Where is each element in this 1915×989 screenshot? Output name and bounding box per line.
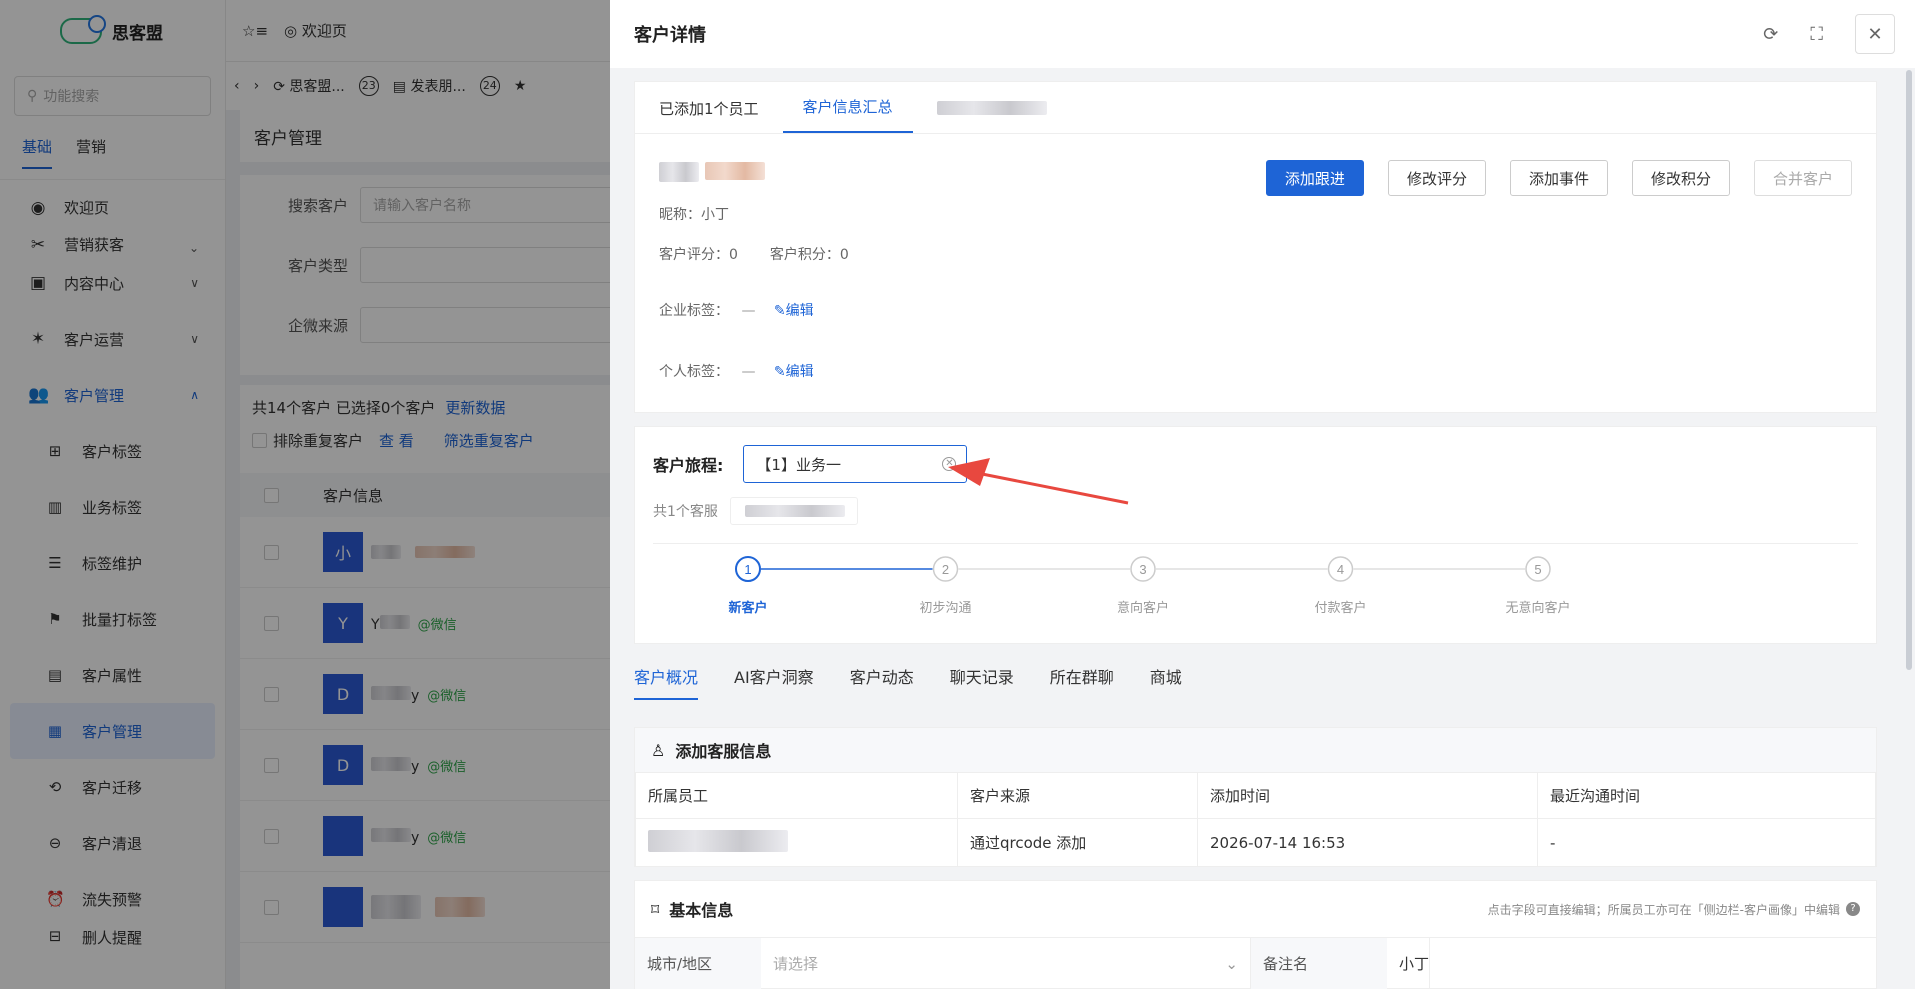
form-row: 城市/地区 请选择 ⌄ 备注名 小丁 bbox=[635, 937, 1876, 989]
summary-tabs: 已添加1个员工 客户信息汇总 bbox=[635, 82, 1876, 134]
source-cell: 通过qrcode 添加 bbox=[957, 818, 1198, 867]
personal-tag-row: 个人标签： — ✎编辑 bbox=[659, 361, 814, 381]
step-number: 4 bbox=[1337, 562, 1344, 577]
redacted-text bbox=[744, 505, 845, 517]
customer-score: 客户评分：0 bbox=[659, 247, 738, 263]
table-header-row: 所属员工 客户来源 添加时间 最近沟通时间 bbox=[635, 772, 1876, 819]
corp-tag-value: — bbox=[741, 303, 756, 319]
add-followup-button[interactable]: 添加跟进 bbox=[1265, 160, 1364, 196]
tab-info-summary[interactable]: 客户信息汇总 bbox=[782, 96, 913, 133]
city-select[interactable]: 请选择 ⌄ bbox=[761, 938, 1251, 989]
last-contact-cell: - bbox=[1537, 818, 1876, 867]
step-number: 2 bbox=[942, 562, 949, 577]
step-number: 5 bbox=[1534, 562, 1541, 577]
journey-select[interactable]: 【1】业务一 ✕ bbox=[743, 445, 968, 483]
section-header: ⌑ 基本信息 点击字段可直接编辑；所属员工亦可在「侧边栏-客户画像」中编辑? bbox=[635, 881, 1876, 937]
column-header: 所属员工 bbox=[635, 772, 958, 819]
section-title: 基本信息 bbox=[669, 901, 734, 920]
service-row: 共1个客服 bbox=[653, 497, 858, 525]
tab-ai-insight[interactable]: AI客户洞察 bbox=[734, 664, 814, 700]
edit-corp-tag-link[interactable]: ✎编辑 bbox=[774, 303, 814, 319]
customer-name-block bbox=[659, 162, 765, 182]
tab-added-staff[interactable]: 已添加1个员工 bbox=[659, 98, 759, 133]
basic-info-card: ⌑ 基本信息 点击字段可直接编辑；所属员工亦可在「侧边栏-客户画像」中编辑? 城… bbox=[634, 880, 1877, 989]
merge-customer-button[interactable]: 合并客户 bbox=[1753, 160, 1852, 196]
section-header: ♙ 添加客服信息 bbox=[635, 728, 1876, 772]
step-number: 3 bbox=[1139, 562, 1146, 577]
service-info-card: ♙ 添加客服信息 所属员工 客户来源 添加时间 最近沟通时间 通过qrcode … bbox=[634, 727, 1877, 867]
close-icon: ✕ bbox=[1867, 23, 1883, 45]
score-row: 客户评分：0 客户积分：0 bbox=[659, 244, 849, 264]
service-chip bbox=[729, 497, 858, 525]
step-number: 1 bbox=[744, 562, 751, 577]
scrollbar[interactable] bbox=[1906, 70, 1912, 670]
edit-points-button[interactable]: 修改积分 bbox=[1631, 160, 1730, 196]
step-label: 意向客户 bbox=[1116, 601, 1169, 616]
step-label: 无意向客户 bbox=[1505, 601, 1571, 616]
user-icon: ♙ bbox=[651, 740, 666, 760]
table-row: 通过qrcode 添加 2026-07-14 16:53 - bbox=[635, 818, 1876, 867]
edit-personal-tag-link[interactable]: ✎编辑 bbox=[774, 364, 814, 380]
corp-tag-row: 企业标签： — ✎编辑 bbox=[659, 300, 814, 320]
action-buttons: 添加跟进 修改评分 添加事件 修改积分 合并客户 bbox=[1265, 160, 1852, 196]
drawer-tools: ⟳ ⛶ ✕ bbox=[1763, 14, 1895, 54]
clear-icon[interactable]: ✕ bbox=[942, 457, 957, 471]
step-label: 付款客户 bbox=[1314, 601, 1367, 616]
pencil-icon: ✎ bbox=[773, 364, 786, 380]
tab-redacted[interactable] bbox=[936, 101, 1047, 133]
customer-detail-drawer: 客户详情 ⟳ ⛶ ✕ 已添加1个员工 客户信息汇总 添加跟进 修改评分 添加事件… bbox=[610, 0, 1915, 989]
city-label: 城市/地区 bbox=[635, 938, 761, 989]
column-header: 客户来源 bbox=[957, 772, 1198, 819]
edit-hint: 点击字段可直接编辑；所属员工亦可在「侧边栏-客户画像」中编辑? bbox=[1488, 901, 1860, 918]
hint-text: 点击字段可直接编辑；所属员工亦可在「侧边栏-客户画像」中编辑 bbox=[1487, 902, 1840, 917]
step-label: 新客户 bbox=[728, 601, 768, 616]
city-placeholder: 请选择 bbox=[773, 955, 819, 973]
redacted-name bbox=[659, 162, 699, 182]
edit-score-button[interactable]: 修改评分 bbox=[1387, 160, 1486, 196]
help-icon[interactable]: ? bbox=[1846, 902, 1860, 916]
service-table: 所属员工 客户来源 添加时间 最近沟通时间 通过qrcode 添加 2026-0… bbox=[635, 772, 1876, 867]
close-button[interactable]: ✕ bbox=[1855, 14, 1895, 54]
added-time-cell: 2026-07-14 16:53 bbox=[1197, 818, 1538, 867]
edit-label: 编辑 bbox=[785, 303, 814, 319]
nickname: 昵称：小丁 bbox=[659, 207, 729, 223]
chevron-down-icon: ⌄ bbox=[1225, 954, 1238, 973]
customer-points: 客户积分：0 bbox=[769, 247, 849, 263]
step-label: 初步沟通 bbox=[919, 601, 972, 616]
staff-cell bbox=[635, 818, 958, 867]
tab-activity[interactable]: 客户动态 bbox=[850, 664, 914, 700]
personal-tag-value: — bbox=[741, 364, 756, 380]
tab-overview[interactable]: 客户概况 bbox=[634, 664, 699, 700]
column-header: 最近沟通时间 bbox=[1537, 772, 1876, 819]
service-count: 共1个客服 bbox=[653, 504, 718, 520]
edit-label: 编辑 bbox=[785, 364, 814, 380]
journey-value: 【1】业务一 bbox=[756, 455, 841, 474]
bookmark-icon: ⌑ bbox=[651, 899, 660, 919]
corp-tag-label: 企业标签： bbox=[659, 303, 729, 319]
journey-card: 客户旅程: 【1】业务一 ✕ 共1个客服 1 2 3 4 5 新客户 初步沟通 意向客户 付款… bbox=[634, 426, 1877, 644]
column-header: 添加时间 bbox=[1197, 772, 1538, 819]
drawer-header: 客户详情 ⟳ ⛶ ✕ bbox=[610, 0, 1915, 68]
remark-value[interactable]: 小丁 bbox=[1387, 938, 1431, 989]
redacted-text bbox=[936, 101, 1047, 115]
redacted-staff bbox=[648, 829, 788, 852]
remark-label: 备注名 bbox=[1251, 938, 1387, 989]
fullscreen-icon[interactable]: ⛶ bbox=[1810, 24, 1823, 45]
divider bbox=[653, 543, 1858, 544]
refresh-icon[interactable]: ⟳ bbox=[1763, 24, 1778, 45]
drawer-title: 客户详情 bbox=[634, 25, 706, 46]
tab-groups[interactable]: 所在群聊 bbox=[1050, 664, 1114, 700]
tab-chat[interactable]: 聊天记录 bbox=[950, 664, 1014, 700]
add-event-button[interactable]: 添加事件 bbox=[1509, 160, 1608, 196]
journey-steps: 1 2 3 4 5 bbox=[735, 556, 1551, 582]
personal-tag-label: 个人标签： bbox=[659, 364, 729, 380]
redacted-name bbox=[705, 162, 765, 180]
detail-tabs: 客户概况 AI客户洞察 客户动态 聊天记录 所在群聊 商城 bbox=[634, 664, 1182, 700]
journey-row: 客户旅程: 【1】业务一 ✕ bbox=[653, 445, 968, 483]
section-title: 添加客服信息 bbox=[675, 742, 772, 761]
tab-mall[interactable]: 商城 bbox=[1150, 664, 1182, 700]
journey-label: 客户旅程: bbox=[653, 456, 724, 475]
customer-summary-card: 已添加1个员工 客户信息汇总 添加跟进 修改评分 添加事件 修改积分 合并客户 … bbox=[634, 81, 1877, 413]
pencil-icon: ✎ bbox=[773, 303, 786, 319]
